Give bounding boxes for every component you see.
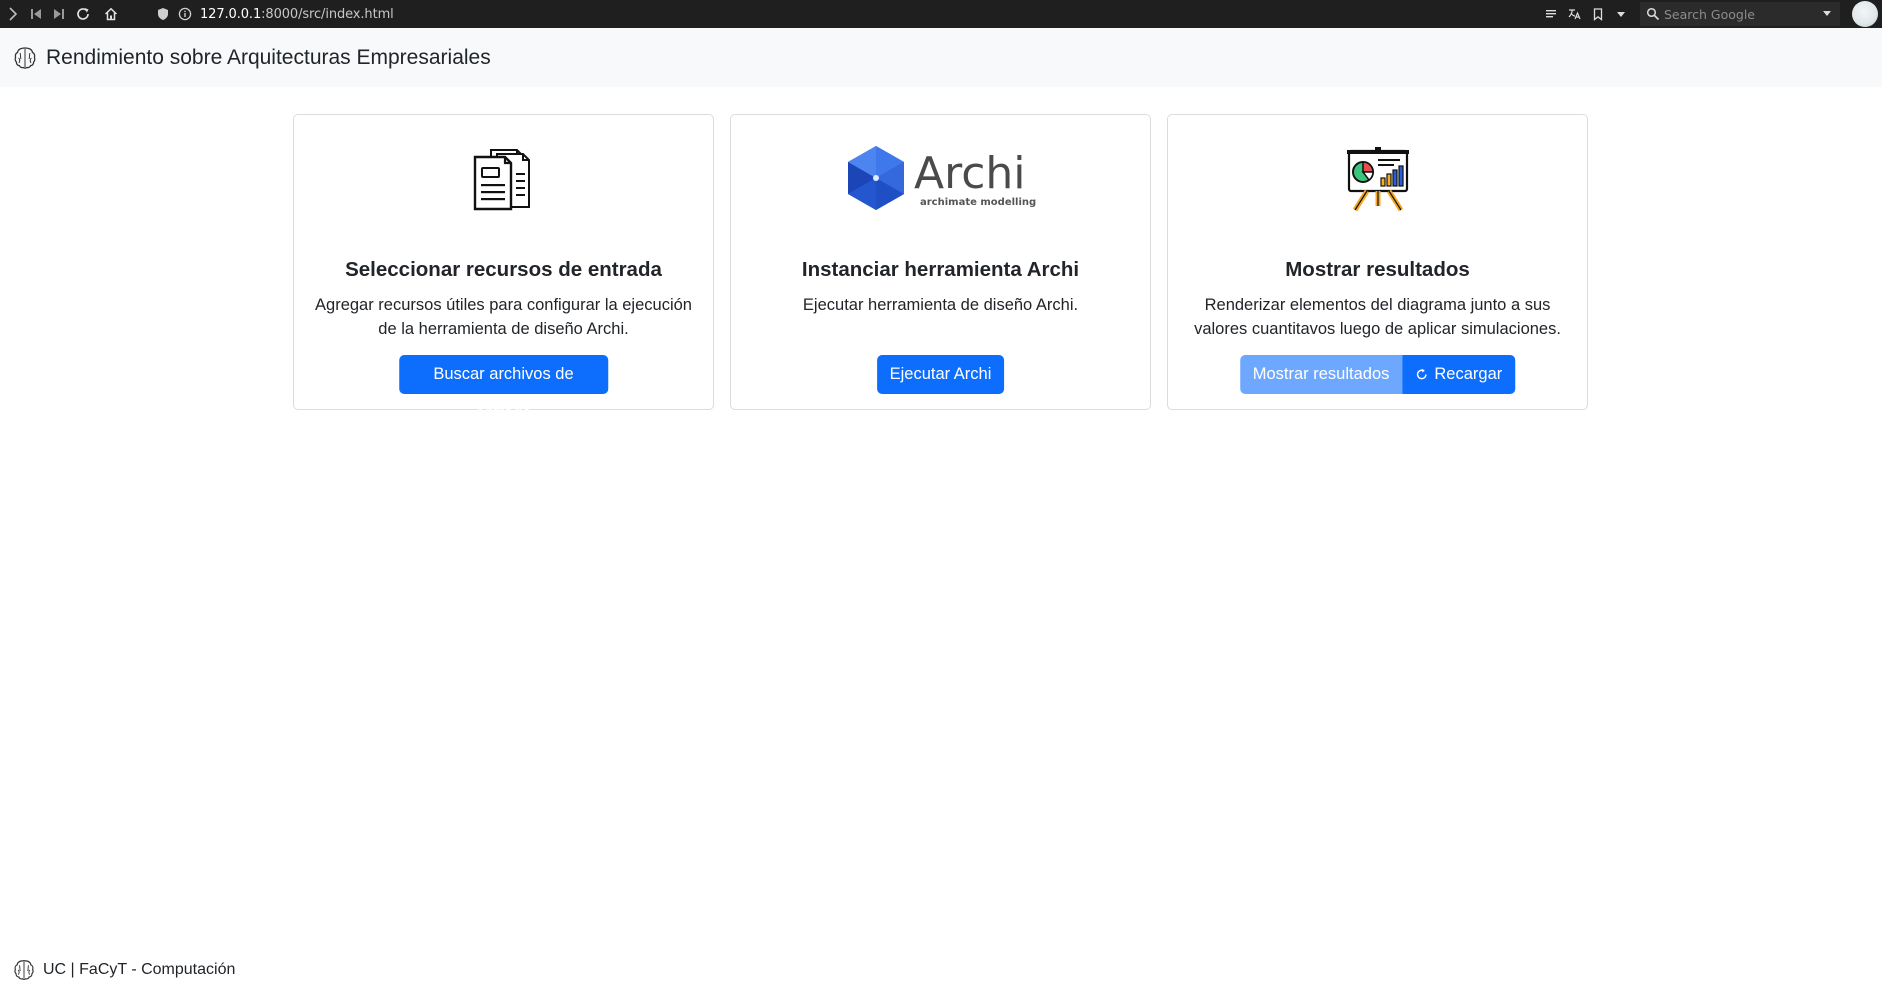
search-engine-dropdown-icon[interactable] — [1822, 8, 1832, 18]
reload-icon[interactable] — [72, 3, 94, 25]
presentation-chart-icon — [1346, 147, 1409, 212]
documents-icon — [473, 149, 530, 211]
results-button-group: Mostrar resultados Recargar — [1239, 355, 1516, 394]
info-icon[interactable] — [178, 7, 192, 21]
run-archi-button[interactable]: Ejecutar Archi — [876, 355, 1005, 394]
browser-toolbar: 127.0.0.1:8000/src/index.html — [0, 0, 1882, 28]
card-text: Ejecutar herramienta de diseño Archi. — [802, 296, 1079, 314]
reload-button-label: Recargar — [1434, 365, 1503, 383]
home-icon[interactable] — [100, 3, 122, 25]
archi-logo: Archi archimate modelling — [847, 146, 1036, 210]
search-input[interactable] — [1664, 6, 1824, 22]
profile-avatar[interactable] — [1852, 1, 1878, 27]
svg-text:archimate modelling: archimate modelling — [920, 197, 1036, 208]
card-text: Renderizar elementos del diagrama junto … — [1194, 296, 1561, 338]
show-results-button[interactable]: Mostrar resultados — [1239, 355, 1403, 394]
forward-arrow-icon[interactable] — [2, 3, 24, 25]
brain-icon — [14, 46, 36, 69]
card-archi: Archi archimate modelling Instanciar her… — [730, 114, 1151, 410]
chevron-down-icon[interactable] — [1612, 5, 1630, 23]
card-title: Seleccionar recursos de entrada — [345, 258, 662, 281]
bookmark-icon[interactable] — [1589, 5, 1607, 23]
brain-icon — [14, 960, 34, 981]
footer: UC | FaCyT - Computación — [12, 958, 235, 982]
search-icon — [1646, 7, 1660, 21]
svg-text:Archi: Archi — [914, 148, 1026, 199]
card-text: Agregar recursos útiles para configurar … — [315, 296, 692, 338]
first-page-icon[interactable] — [25, 3, 47, 25]
search-box[interactable] — [1640, 2, 1840, 26]
shield-icon — [158, 8, 168, 20]
address-bar[interactable]: 127.0.0.1:8000/src/index.html — [156, 2, 1636, 26]
footer-text: UC | FaCyT - Computación — [43, 961, 236, 978]
cards-container: Seleccionar recursos de entrada Agregar … — [293, 114, 1588, 422]
url-text: 127.0.0.1:8000/src/index.html — [200, 6, 394, 22]
card-input-resources: Seleccionar recursos de entrada Agregar … — [293, 114, 714, 422]
translate-icon[interactable] — [1565, 5, 1583, 23]
reload-icon — [1417, 368, 1427, 380]
reader-view-icon[interactable] — [1542, 5, 1560, 23]
app-header: Rendimiento sobre Arquitecturas Empresar… — [0, 28, 1882, 87]
card-results: Mostrar resultados Renderizar elementos … — [1167, 114, 1588, 410]
card-title: Instanciar herramienta Archi — [801, 258, 1080, 281]
page-title: Rendimiento sobre Arquitecturas Empresar… — [46, 45, 491, 69]
last-page-icon[interactable] — [48, 3, 70, 25]
card-title: Mostrar resultados — [1285, 258, 1470, 281]
browse-input-files-button[interactable]: Buscar archivos de entrada — [398, 355, 609, 422]
reload-button[interactable]: Recargar — [1402, 355, 1516, 394]
